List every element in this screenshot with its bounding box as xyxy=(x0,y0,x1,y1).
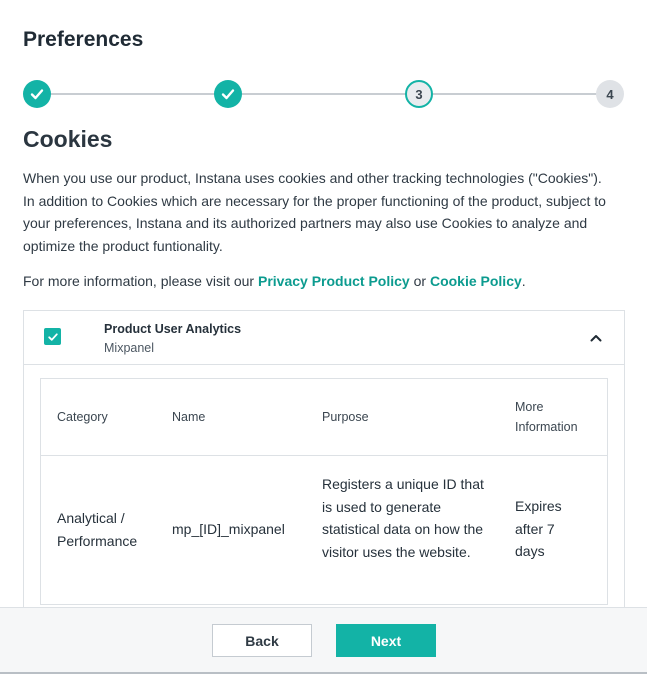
check-icon xyxy=(30,89,44,100)
cookie-policy-link[interactable]: Cookie Policy xyxy=(430,273,522,289)
info-or: or xyxy=(409,273,430,289)
column-header-purpose: Purpose xyxy=(322,410,369,424)
column-header-name: Name xyxy=(172,410,206,424)
column-header-more-info: More Information xyxy=(515,400,578,434)
step-1-complete xyxy=(23,80,51,108)
product-analytics-checkbox[interactable] xyxy=(44,328,61,345)
cell-more-info: Expires after 7 days xyxy=(515,498,562,559)
preferences-page: Preferences 3 4 Cookies When you use our… xyxy=(0,0,647,674)
step-connector xyxy=(242,93,406,95)
step-3-current: 3 xyxy=(405,80,433,108)
info-suffix: . xyxy=(521,273,526,289)
cell-name: mp_[ID]_mixpanel xyxy=(172,521,285,537)
chevron-up-icon[interactable] xyxy=(588,330,604,346)
section-heading: Cookies xyxy=(23,126,113,152)
check-icon xyxy=(221,89,235,100)
panel-title: Product User Analytics xyxy=(104,322,242,336)
info-prefix: For more information, please visit our xyxy=(23,273,258,289)
cookie-details-table: Category Name Purpose More Information A… xyxy=(40,378,608,605)
cell-category: Analytical / Performance xyxy=(57,510,138,549)
cookies-description: When you use our product, Instana uses c… xyxy=(23,170,606,254)
next-button[interactable]: Next xyxy=(336,624,436,657)
step-connector xyxy=(433,93,597,95)
step-4-pending: 4 xyxy=(596,80,624,108)
check-icon xyxy=(47,332,58,341)
footer-bar: Back Next xyxy=(0,607,647,674)
table-header-row: Category Name Purpose More Information xyxy=(41,379,607,456)
cookie-group-panel: Product User Analytics Mixpanel Category… xyxy=(23,310,625,610)
panel-subtitle: Mixpanel xyxy=(104,341,155,355)
cell-purpose: Registers a unique ID that is used to ge… xyxy=(322,476,484,560)
progress-stepper: 3 4 xyxy=(23,79,625,109)
step-connector xyxy=(51,93,215,95)
page-title: Preferences xyxy=(23,28,144,51)
step-2-complete xyxy=(214,80,242,108)
more-info-text: For more information, please visit our P… xyxy=(23,273,526,289)
column-header-category: Category xyxy=(57,410,108,424)
panel-header[interactable]: Product User Analytics Mixpanel xyxy=(24,311,624,365)
privacy-policy-link[interactable]: Privacy Product Policy xyxy=(258,273,410,289)
back-button[interactable]: Back xyxy=(212,624,312,657)
